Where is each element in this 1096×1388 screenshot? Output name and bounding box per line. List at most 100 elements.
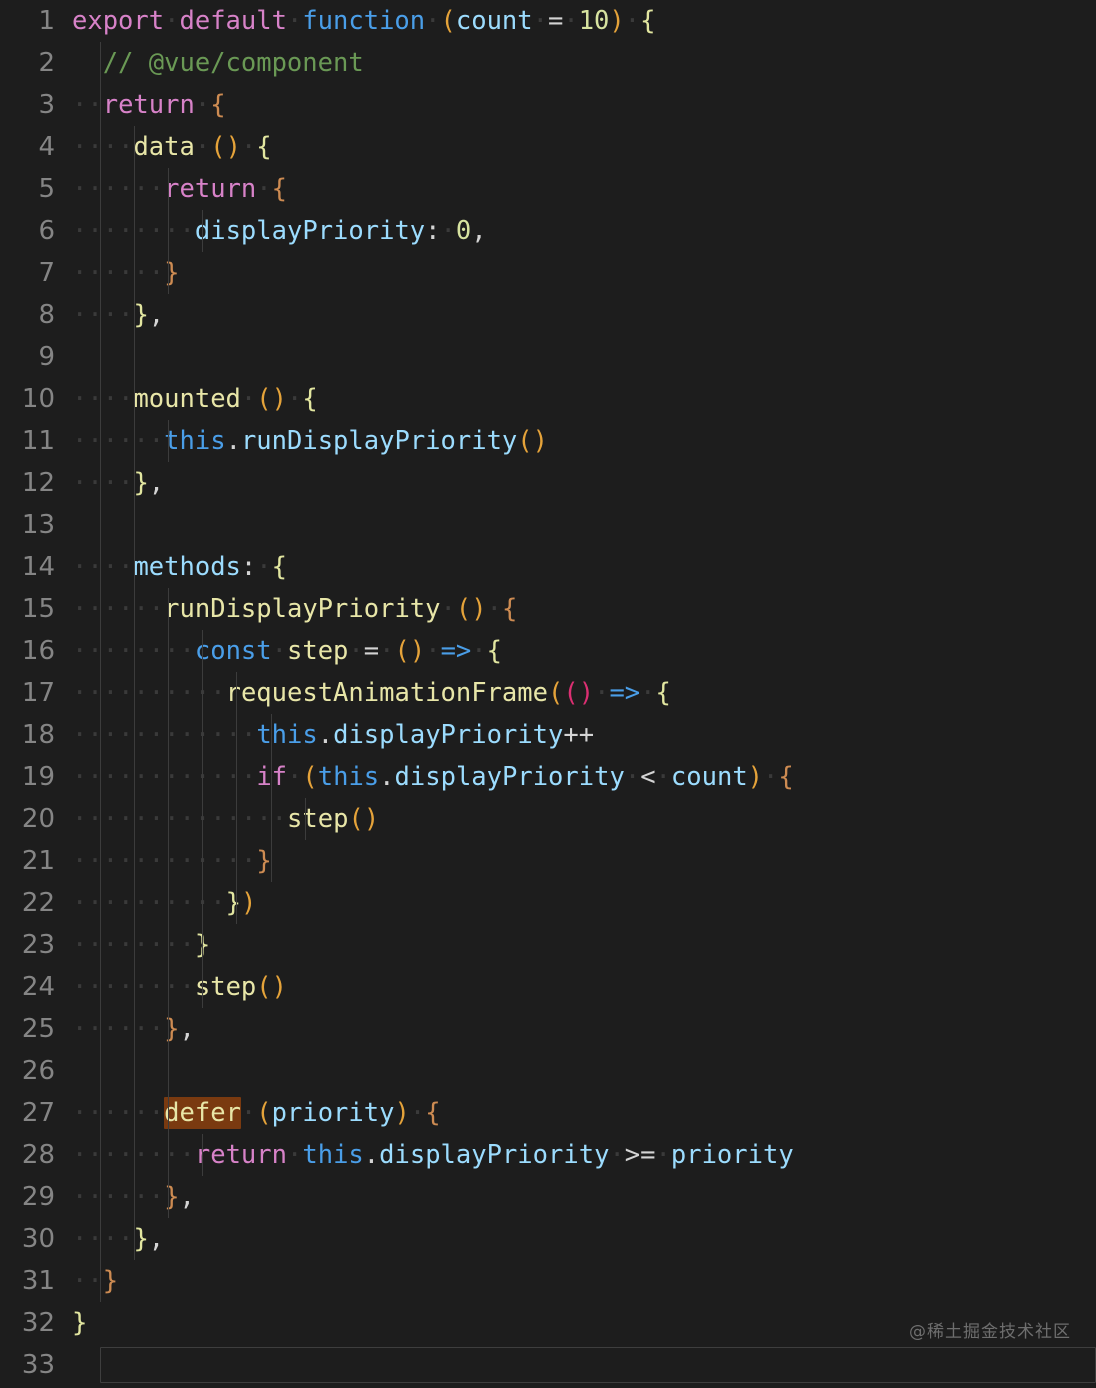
code-line[interactable]: 4 ····data·()·{ <box>0 126 1096 168</box>
code-line[interactable]: 16 ········const·step·=·()·=>·{ <box>0 630 1096 672</box>
code-text[interactable]: ····data·()·{ <box>72 126 1096 168</box>
code-line[interactable]: 22 ··········}) <box>0 882 1096 924</box>
code-line[interactable]: 20 ··············step() <box>0 798 1096 840</box>
code-text[interactable]: ······}, <box>72 1176 1096 1218</box>
code-editor[interactable]: 1 export·default·function·(count·=·10)·{2… <box>0 0 1096 1388</box>
code-line[interactable]: 8 ····}, <box>0 294 1096 336</box>
code-line[interactable]: 26 <box>0 1050 1096 1092</box>
code-text[interactable]: ······return·{ <box>72 168 1096 210</box>
code-line[interactable]: 15 ······runDisplayPriority·()·{ <box>0 588 1096 630</box>
code-text[interactable] <box>72 1050 1096 1092</box>
code-text[interactable]: ······}, <box>72 1008 1096 1050</box>
code-line[interactable]: 33 <box>0 1344 1096 1386</box>
code-line[interactable]: 12 ····}, <box>0 462 1096 504</box>
line-number: 7 <box>38 258 55 288</box>
line-number: 31 <box>21 1266 55 1296</box>
line-number: 20 <box>21 804 55 834</box>
code-text[interactable]: ············} <box>72 840 1096 882</box>
code-line[interactable]: 10 ····mounted·()·{ <box>0 378 1096 420</box>
code-text[interactable]: ········} <box>72 924 1096 966</box>
line-number: 16 <box>21 636 55 666</box>
code-text[interactable]: ··············step() <box>72 798 1096 840</box>
line-number: 14 <box>21 552 55 582</box>
code-text[interactable]: ····}, <box>72 1218 1096 1260</box>
line-number: 5 <box>38 174 55 204</box>
code-line[interactable]: 27 ······defer·(priority)·{ <box>0 1092 1096 1134</box>
code-line[interactable]: 3 ··return·{ <box>0 84 1096 126</box>
code-line[interactable]: 30 ····}, <box>0 1218 1096 1260</box>
code-text[interactable]: ············if·(this.displayPriority·<·c… <box>72 756 1096 798</box>
code-lines-container[interactable]: 1 export·default·function·(count·=·10)·{2… <box>0 0 1096 1386</box>
code-line[interactable]: 5 ······return·{ <box>0 168 1096 210</box>
code-line[interactable]: 28 ········return·this.displayPriority·>=… <box>0 1134 1096 1176</box>
code-text[interactable]: // @vue/component <box>72 42 1096 84</box>
search-match: defer <box>164 1097 241 1129</box>
code-text[interactable]: ········const·step·=·()·=>·{ <box>72 630 1096 672</box>
line-number: 25 <box>21 1014 55 1044</box>
code-line[interactable]: 21 ············} <box>0 840 1096 882</box>
code-line[interactable]: 31 ··} <box>0 1260 1096 1302</box>
code-line[interactable]: 17 ··········requestAnimationFrame(()·=>·… <box>0 672 1096 714</box>
code-text[interactable]: ····}, <box>72 294 1096 336</box>
code-text[interactable]: ··········requestAnimationFrame(()·=>·{ <box>72 672 1096 714</box>
line-number: 30 <box>21 1224 55 1254</box>
watermark-label: @稀土掘金技术社区 <box>909 1322 1071 1342</box>
line-number: 2 <box>38 48 55 78</box>
line-number: 28 <box>21 1140 55 1170</box>
code-text[interactable]: export·default·function·(count·=·10)·{ <box>72 0 1096 42</box>
line-number: 9 <box>38 342 55 372</box>
line-number: 13 <box>21 510 55 540</box>
code-line[interactable]: 18 ············this.displayPriority++ <box>0 714 1096 756</box>
code-line[interactable]: 25 ······}, <box>0 1008 1096 1050</box>
code-text[interactable] <box>72 504 1096 546</box>
code-text[interactable]: ····mounted·()·{ <box>72 378 1096 420</box>
line-number: 15 <box>21 594 55 624</box>
line-number: 17 <box>21 678 55 708</box>
line-number: 29 <box>21 1182 55 1212</box>
code-text[interactable]: ········step() <box>72 966 1096 1008</box>
code-text[interactable]: ········return·this.displayPriority·>=·p… <box>72 1134 1096 1176</box>
line-number: 1 <box>38 6 55 36</box>
code-text[interactable]: ··} <box>72 1260 1096 1302</box>
indent-guide <box>202 630 204 1008</box>
indent-guide <box>168 588 170 1218</box>
line-number: 23 <box>21 930 55 960</box>
code-text[interactable]: ····methods:·{ <box>72 546 1096 588</box>
indent-guide <box>236 672 238 924</box>
line-number: 19 <box>21 762 55 792</box>
line-number: 3 <box>38 90 55 120</box>
code-line[interactable]: 7 ······} <box>0 252 1096 294</box>
line-number: 11 <box>21 426 55 456</box>
code-text[interactable] <box>72 1344 1096 1386</box>
code-text[interactable]: ······this.runDisplayPriority() <box>72 420 1096 462</box>
code-line[interactable]: 2 // @vue/component <box>0 42 1096 84</box>
code-line[interactable]: 14 ····methods:·{ <box>0 546 1096 588</box>
line-number: 8 <box>38 300 55 330</box>
code-text[interactable] <box>72 336 1096 378</box>
line-number: 6 <box>38 216 55 246</box>
code-line[interactable]: 23 ········} <box>0 924 1096 966</box>
line-number: 18 <box>21 720 55 750</box>
code-text[interactable]: ····}, <box>72 462 1096 504</box>
code-text[interactable]: ········displayPriority:·0, <box>72 210 1096 252</box>
code-line[interactable]: 19 ············if·(this.displayPriority·<… <box>0 756 1096 798</box>
code-text[interactable]: ······runDisplayPriority·()·{ <box>72 588 1096 630</box>
line-number: 12 <box>21 468 55 498</box>
code-line[interactable]: 24 ········step() <box>0 966 1096 1008</box>
line-number: 10 <box>21 384 55 414</box>
indent-guide <box>304 798 306 840</box>
code-line[interactable]: 13 <box>0 504 1096 546</box>
code-text[interactable]: ······defer·(priority)·{ <box>72 1092 1096 1134</box>
code-text[interactable]: ······} <box>72 252 1096 294</box>
code-line[interactable]: 11 ······this.runDisplayPriority() <box>0 420 1096 462</box>
code-text[interactable]: ············this.displayPriority++ <box>72 714 1096 756</box>
line-number: 27 <box>21 1098 55 1128</box>
code-line[interactable]: 29 ······}, <box>0 1176 1096 1218</box>
code-text[interactable]: ··········}) <box>72 882 1096 924</box>
code-line[interactable]: 6 ········displayPriority:·0, <box>0 210 1096 252</box>
indent-guide <box>202 1134 204 1176</box>
code-text[interactable]: ··return·{ <box>72 84 1096 126</box>
line-number: 33 <box>21 1350 55 1380</box>
code-line[interactable]: 1 export·default·function·(count·=·10)·{ <box>0 0 1096 42</box>
code-line[interactable]: 9 <box>0 336 1096 378</box>
